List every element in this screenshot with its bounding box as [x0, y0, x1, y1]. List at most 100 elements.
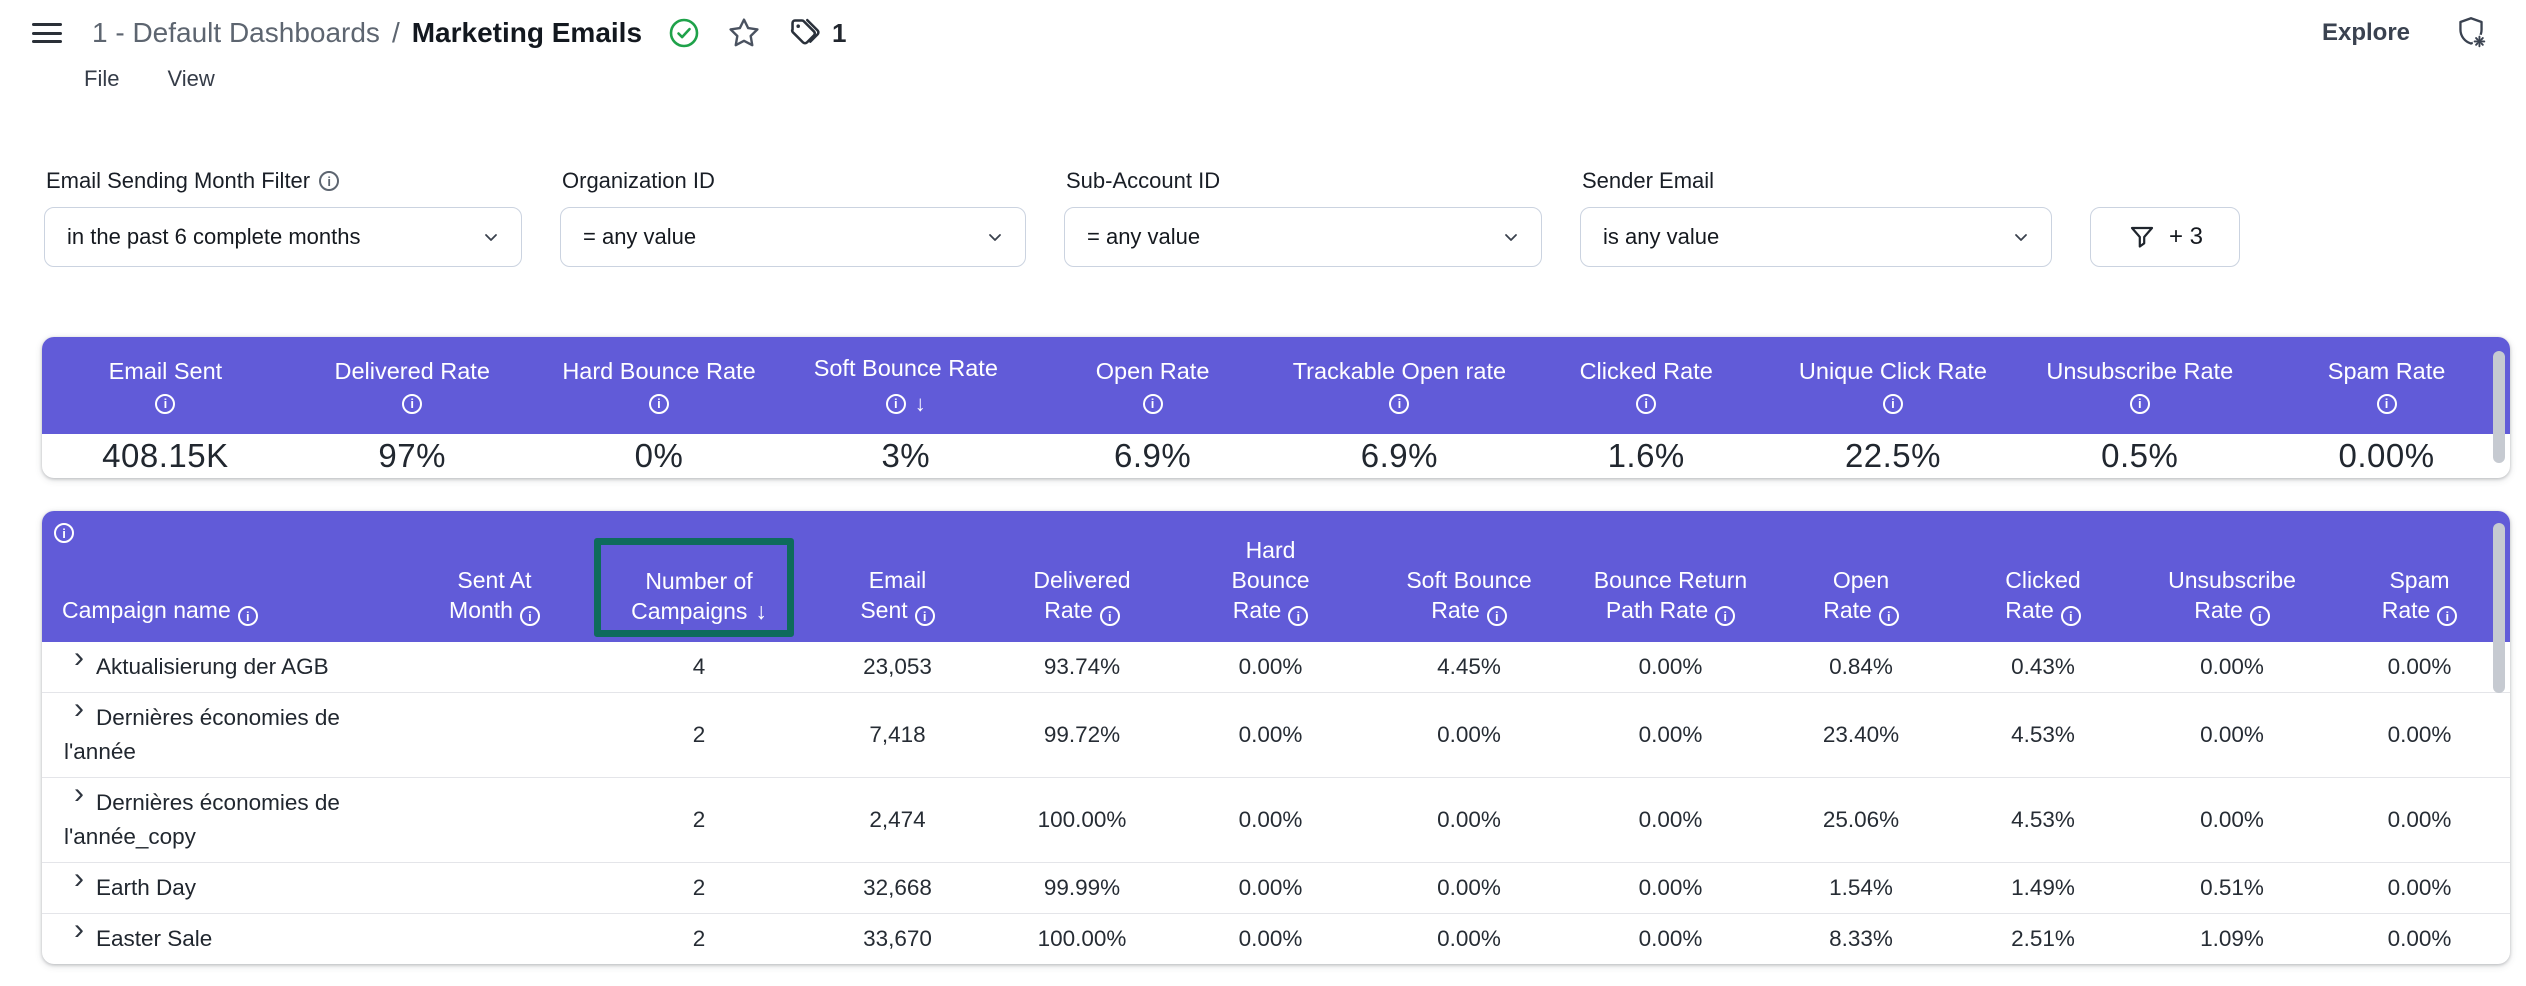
info-icon[interactable] — [915, 606, 935, 626]
column-header-clicked-rate[interactable]: Clicked Rate — [1951, 511, 2135, 642]
filter-label: Sub-Account ID — [1066, 168, 1542, 194]
email-sending-month-select[interactable]: in the past 6 complete months — [44, 207, 522, 267]
cell-delivered-rate: 99.72% — [991, 693, 1173, 778]
column-header-sent-at-month[interactable]: Sent At Month — [395, 511, 594, 642]
organization-id-select[interactable]: = any value — [560, 207, 1026, 267]
info-icon[interactable] — [155, 394, 175, 414]
filter-label-text: Email Sending Month Filter — [46, 168, 310, 194]
kpi-hard-bounce-rate: Hard Bounce Rate — [536, 358, 783, 414]
column-header-open-rate[interactable]: Open Rate — [1771, 511, 1951, 642]
info-icon[interactable] — [238, 606, 258, 626]
column-header-bounce-return-path-rate[interactable]: Bounce Return Path Rate — [1570, 511, 1771, 642]
info-icon[interactable] — [520, 606, 540, 626]
info-icon[interactable] — [2130, 394, 2150, 414]
info-icon[interactable] — [1879, 606, 1899, 626]
kpi-trackable-open-rate: Trackable Open rate — [1276, 358, 1523, 414]
table-header-row: Campaign name Sent At Month Number of Ca… — [42, 511, 2510, 642]
kpi-value: 1.6% — [1523, 437, 1770, 475]
cell-open-rate: 23.40% — [1771, 693, 1951, 778]
info-icon[interactable] — [2437, 606, 2457, 626]
column-header-email-sent[interactable]: Email Sent — [804, 511, 991, 642]
kpi-clicked-rate: Clicked Rate — [1523, 358, 1770, 414]
explore-link[interactable]: Explore — [2322, 19, 2410, 47]
info-icon[interactable] — [1100, 606, 1120, 626]
cell-email-sent: 23,053 — [804, 642, 991, 693]
cell-clicked-rate: 2.51% — [1951, 914, 2135, 965]
more-filters-button[interactable]: + 3 — [2090, 207, 2240, 267]
kpi-value: 408.15K — [42, 437, 289, 475]
info-icon[interactable] — [319, 171, 339, 191]
expand-row-icon[interactable]: › — [74, 694, 84, 724]
cell-bounce-return-path-rate: 0.00% — [1570, 863, 1771, 914]
table-row[interactable]: ›Aktualisierung der AGB 4 23,053 93.74% … — [42, 642, 2510, 693]
table-tile-scrollbar[interactable] — [2493, 523, 2505, 693]
campaign-name: Aktualisierung der AGB — [96, 654, 329, 679]
sender-email-select[interactable]: is any value — [1580, 207, 2052, 267]
shield-gear-icon[interactable] — [2452, 14, 2490, 52]
column-header-number-of-campaigns[interactable]: Number of Campaigns↓ — [594, 511, 804, 642]
kpi-tile-scrollbar[interactable] — [2493, 351, 2505, 463]
info-icon[interactable] — [1487, 606, 1507, 626]
cell-clicked-rate: 4.53% — [1951, 693, 2135, 778]
hamburger-menu-icon[interactable] — [30, 21, 64, 45]
info-icon[interactable] — [1143, 394, 1163, 414]
column-header-hard-bounce-rate[interactable]: Hard Bounce Rate — [1173, 511, 1368, 642]
cell-soft-bounce-rate: 0.00% — [1368, 914, 1570, 965]
cell-soft-bounce-rate: 0.00% — [1368, 863, 1570, 914]
info-icon[interactable] — [1883, 394, 1903, 414]
cell-open-rate: 8.33% — [1771, 914, 1951, 965]
kpi-label: Spam Rate — [2328, 358, 2446, 385]
info-icon[interactable] — [1288, 606, 1308, 626]
table-row[interactable]: ›Dernières économies de l'année 2 7,418 … — [42, 693, 2510, 778]
cell-delivered-rate: 100.00% — [991, 914, 1173, 965]
verified-check-icon[interactable] — [668, 17, 700, 49]
cell-delivered-rate: 99.99% — [991, 863, 1173, 914]
column-header-unsubscribe-rate[interactable]: Unsubscribe Rate — [2135, 511, 2329, 642]
expand-row-icon[interactable]: › — [74, 643, 84, 673]
info-icon[interactable] — [402, 394, 422, 414]
info-icon[interactable] — [1389, 394, 1409, 414]
breadcrumb: 1 - Default Dashboards / Marketing Email… — [92, 17, 642, 49]
cell-email-sent: 7,418 — [804, 693, 991, 778]
campaign-table-tile: Campaign name Sent At Month Number of Ca… — [42, 511, 2510, 964]
menu-view[interactable]: View — [167, 66, 214, 92]
info-icon[interactable] — [2377, 394, 2397, 414]
cell-sent-at-month — [395, 778, 594, 863]
favorite-star-icon[interactable] — [726, 15, 762, 51]
tags-button[interactable]: 1 — [788, 16, 846, 50]
tile-info-icon[interactable] — [54, 523, 74, 543]
cell-hard-bounce-rate: 0.00% — [1173, 693, 1368, 778]
filter-label: Organization ID — [562, 168, 1026, 194]
cell-unsubscribe-rate: 0.51% — [2135, 863, 2329, 914]
info-icon[interactable] — [2061, 606, 2081, 626]
expand-row-icon[interactable]: › — [74, 915, 84, 945]
info-icon[interactable] — [2250, 606, 2270, 626]
expand-row-icon[interactable]: › — [74, 779, 84, 809]
kpi-value: 97% — [289, 437, 536, 475]
kpi-open-rate: Open Rate — [1029, 358, 1276, 414]
breadcrumb-folder-link[interactable]: 1 - Default Dashboards — [92, 17, 380, 49]
sub-account-id-select[interactable]: = any value — [1064, 207, 1542, 267]
cell-soft-bounce-rate: 0.00% — [1368, 693, 1570, 778]
cell-sent-at-month — [395, 693, 594, 778]
cell-unsubscribe-rate: 0.00% — [2135, 642, 2329, 693]
column-header-delivered-rate[interactable]: Delivered Rate — [991, 511, 1173, 642]
cell-hard-bounce-rate: 0.00% — [1173, 642, 1368, 693]
info-icon[interactable] — [1715, 606, 1735, 626]
table-row[interactable]: ›Earth Day 2 32,668 99.99% 0.00% 0.00% 0… — [42, 863, 2510, 914]
cell-clicked-rate: 4.53% — [1951, 778, 2135, 863]
cell-soft-bounce-rate: 0.00% — [1368, 778, 1570, 863]
menu-file[interactable]: File — [84, 66, 119, 92]
expand-row-icon[interactable]: › — [74, 864, 84, 894]
column-header-campaign-name[interactable]: Campaign name — [42, 511, 395, 642]
table-row[interactable]: ›Dernières économies de l'année_copy 2 2… — [42, 778, 2510, 863]
info-icon[interactable] — [1636, 394, 1656, 414]
column-header-soft-bounce-rate[interactable]: Soft Bounce Rate — [1368, 511, 1570, 642]
info-icon[interactable] — [649, 394, 669, 414]
menubar: File View — [84, 66, 2526, 92]
column-header-spam-rate[interactable]: Spam Rate — [2329, 511, 2510, 642]
info-icon[interactable] — [886, 394, 906, 414]
filter-label-text: Sub-Account ID — [1066, 168, 1220, 194]
cell-unsubscribe-rate: 0.00% — [2135, 693, 2329, 778]
table-row[interactable]: ›Easter Sale 2 33,670 100.00% 0.00% 0.00… — [42, 914, 2510, 965]
